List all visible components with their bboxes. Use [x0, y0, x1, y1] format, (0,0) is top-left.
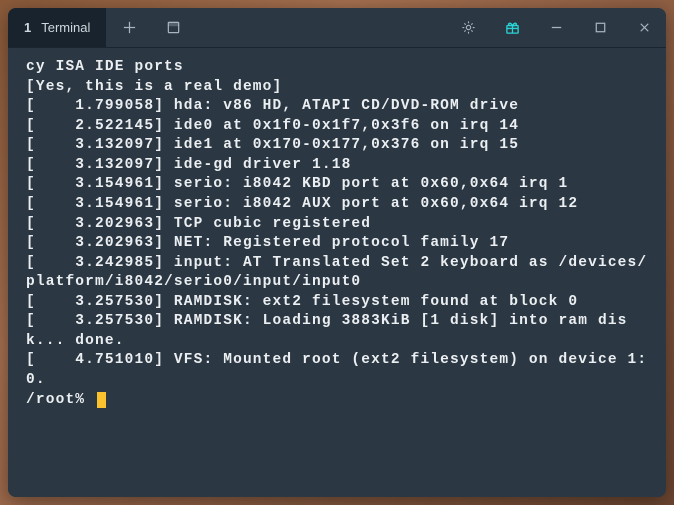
minimize-button[interactable]: [534, 8, 578, 47]
tab-number: 1: [24, 20, 31, 35]
maximize-icon: [593, 20, 608, 35]
terminal-lines: cy ISA IDE ports [Yes, this is a real de…: [26, 59, 647, 388]
gear-icon: [461, 20, 476, 35]
gift-icon: [505, 20, 520, 35]
close-button[interactable]: [622, 8, 666, 47]
minimize-icon: [549, 20, 564, 35]
terminal-output[interactable]: cy ISA IDE ports [Yes, this is a real de…: [8, 48, 666, 497]
tab-actions: [107, 8, 195, 47]
cursor: [97, 392, 106, 408]
plus-icon: [122, 20, 137, 35]
titlebar: 1 Terminal: [8, 8, 666, 48]
terminal-window: 1 Terminal: [8, 8, 666, 497]
new-tab-button[interactable]: [107, 8, 151, 47]
tab-title: Terminal: [41, 20, 90, 35]
terminal-prompt: /root%: [26, 392, 95, 408]
split-icon: [166, 20, 181, 35]
window-controls: [446, 8, 666, 47]
close-icon: [637, 20, 652, 35]
split-pane-button[interactable]: [151, 8, 195, 47]
settings-button[interactable]: [446, 8, 490, 47]
maximize-button[interactable]: [578, 8, 622, 47]
tab-terminal[interactable]: 1 Terminal: [8, 8, 107, 47]
gift-button[interactable]: [490, 8, 534, 47]
